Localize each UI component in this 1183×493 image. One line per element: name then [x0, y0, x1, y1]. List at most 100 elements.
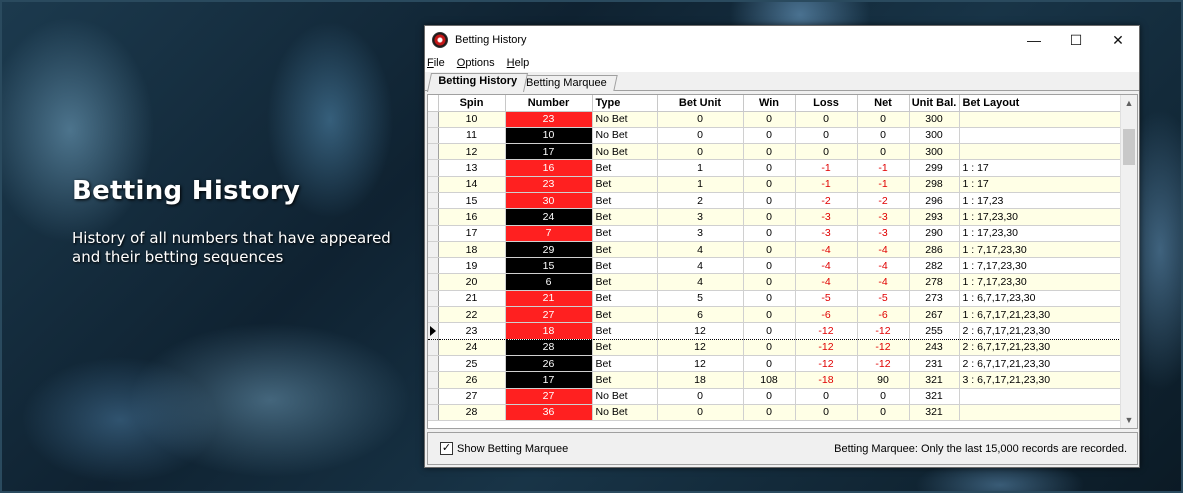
scroll-up-arrow-icon[interactable]: ▲ [1121, 95, 1137, 111]
cell-unit-bal[interactable]: 286 [909, 241, 960, 259]
row-indicator[interactable] [428, 192, 439, 210]
cell-net[interactable]: -4 [857, 257, 910, 275]
cell-number[interactable]: 29 [505, 241, 593, 259]
cell-number[interactable]: 23 [505, 176, 593, 193]
show-marquee-checkbox[interactable]: ✓ [440, 442, 453, 455]
cell-win[interactable]: 0 [743, 322, 796, 340]
cell-net[interactable]: -2 [857, 192, 910, 210]
cell-number[interactable]: 6 [505, 273, 593, 291]
cell-unit-bal[interactable]: 293 [909, 208, 960, 226]
cell-win[interactable]: 0 [743, 176, 796, 193]
cell-number[interactable]: 26 [505, 355, 593, 373]
cell-loss[interactable]: 0 [795, 404, 858, 422]
row-indicator[interactable] [428, 127, 439, 145]
row-indicator[interactable] [428, 273, 439, 291]
cell-bet-layout[interactable]: 1 : 17 [959, 176, 1124, 193]
cell-loss[interactable]: -4 [795, 241, 858, 259]
cell-bet-layout[interactable]: 2 : 6,7,17,21,23,30 [959, 322, 1124, 340]
cell-bet-unit[interactable]: 0 [657, 111, 744, 128]
tab-betting-history[interactable]: Betting History [426, 73, 528, 92]
cell-bet-layout[interactable]: 2 : 6,7,17,21,23,30 [959, 355, 1124, 373]
cell-number[interactable]: 17 [505, 143, 593, 161]
cell-type[interactable]: Bet [592, 273, 658, 291]
cell-loss[interactable]: -2 [795, 192, 858, 210]
table-row[interactable]: 26 17 Bet 18 108 -18 90 321 3 : 6,7,17,21,23,30 [428, 371, 1124, 389]
cell-bet-layout[interactable]: 1 : 17,23 [959, 192, 1124, 210]
row-indicator[interactable] [428, 143, 439, 161]
cell-number[interactable]: 30 [505, 192, 593, 210]
cell-type[interactable]: No Bet [592, 388, 658, 405]
cell-net[interactable]: 0 [857, 127, 910, 145]
cell-win[interactable]: 0 [743, 339, 796, 356]
cell-bet-unit[interactable]: 12 [657, 355, 744, 373]
cell-win[interactable]: 0 [743, 225, 796, 242]
table-row[interactable]: 14 23 Bet 1 0 -1 -1 298 1 : 17 [428, 176, 1124, 193]
cell-bet-layout[interactable] [959, 388, 1124, 405]
header-net[interactable]: Net [857, 95, 910, 112]
row-indicator[interactable] [428, 339, 439, 356]
cell-spin[interactable]: 14 [438, 176, 506, 193]
header-number[interactable]: Number [505, 95, 593, 112]
table-row[interactable]: 25 26 Bet 12 0 -12 -12 231 2 : 6,7,17,21,23,30 [428, 355, 1124, 373]
cell-unit-bal[interactable]: 300 [909, 111, 960, 128]
header-unit-bal[interactable]: Unit Bal. [909, 95, 960, 112]
cell-win[interactable]: 108 [743, 371, 796, 389]
cell-unit-bal[interactable]: 321 [909, 404, 960, 422]
cell-win[interactable]: 0 [743, 273, 796, 291]
cell-bet-layout[interactable] [959, 143, 1124, 161]
header-loss[interactable]: Loss [795, 95, 858, 112]
header-type[interactable]: Type [592, 95, 658, 112]
cell-bet-unit[interactable]: 6 [657, 306, 744, 324]
cell-bet-unit[interactable]: 5 [657, 290, 744, 308]
cell-spin[interactable]: 23 [438, 322, 506, 340]
cell-loss[interactable]: -1 [795, 159, 858, 177]
cell-number[interactable]: 16 [505, 159, 593, 177]
cell-number[interactable]: 18 [505, 322, 593, 340]
cell-bet-unit[interactable]: 3 [657, 225, 744, 242]
cell-number[interactable]: 27 [505, 388, 593, 405]
cell-bet-layout[interactable]: 2 : 6,7,17,21,23,30 [959, 339, 1124, 356]
close-button[interactable]: ✕ [1097, 26, 1139, 54]
cell-net[interactable]: -12 [857, 322, 910, 340]
cell-net[interactable]: 0 [857, 111, 910, 128]
cell-bet-unit[interactable]: 4 [657, 257, 744, 275]
cell-loss[interactable]: -6 [795, 306, 858, 324]
cell-win[interactable]: 0 [743, 388, 796, 405]
cell-spin[interactable]: 11 [438, 127, 506, 145]
cell-bet-layout[interactable]: 1 : 7,17,23,30 [959, 273, 1124, 291]
cell-unit-bal[interactable]: 278 [909, 273, 960, 291]
cell-number[interactable]: 21 [505, 290, 593, 308]
cell-net[interactable]: -3 [857, 225, 910, 242]
row-indicator[interactable] [428, 371, 439, 389]
table-row[interactable]: 16 24 Bet 3 0 -3 -3 293 1 : 17,23,30 [428, 208, 1124, 226]
cell-type[interactable]: Bet [592, 192, 658, 210]
cell-loss[interactable]: 0 [795, 388, 858, 405]
cell-spin[interactable]: 26 [438, 371, 506, 389]
cell-loss[interactable]: 0 [795, 143, 858, 161]
row-indicator[interactable] [428, 159, 439, 177]
cell-win[interactable]: 0 [743, 127, 796, 145]
cell-unit-bal[interactable]: 282 [909, 257, 960, 275]
cell-net[interactable]: 0 [857, 143, 910, 161]
cell-net[interactable]: -12 [857, 355, 910, 373]
row-indicator[interactable] [428, 306, 439, 324]
cell-type[interactable]: No Bet [592, 404, 658, 422]
cell-spin[interactable]: 25 [438, 355, 506, 373]
cell-win[interactable]: 0 [743, 143, 796, 161]
cell-bet-layout[interactable] [959, 404, 1124, 422]
cell-unit-bal[interactable]: 255 [909, 322, 960, 340]
cell-net[interactable]: -4 [857, 241, 910, 259]
cell-type[interactable]: No Bet [592, 111, 658, 128]
title-bar[interactable]: Betting History — ☐ ✕ [425, 26, 1139, 54]
cell-unit-bal[interactable]: 273 [909, 290, 960, 308]
header-bet-unit[interactable]: Bet Unit [657, 95, 744, 112]
cell-loss[interactable]: -12 [795, 339, 858, 356]
cell-type[interactable]: Bet [592, 322, 658, 340]
cell-net[interactable]: -1 [857, 176, 910, 193]
cell-unit-bal[interactable]: 300 [909, 127, 960, 145]
cell-spin[interactable]: 18 [438, 241, 506, 259]
cell-unit-bal[interactable]: 296 [909, 192, 960, 210]
cell-bet-unit[interactable]: 4 [657, 273, 744, 291]
cell-bet-layout[interactable]: 3 : 6,7,17,21,23,30 [959, 371, 1124, 389]
cell-number[interactable]: 15 [505, 257, 593, 275]
